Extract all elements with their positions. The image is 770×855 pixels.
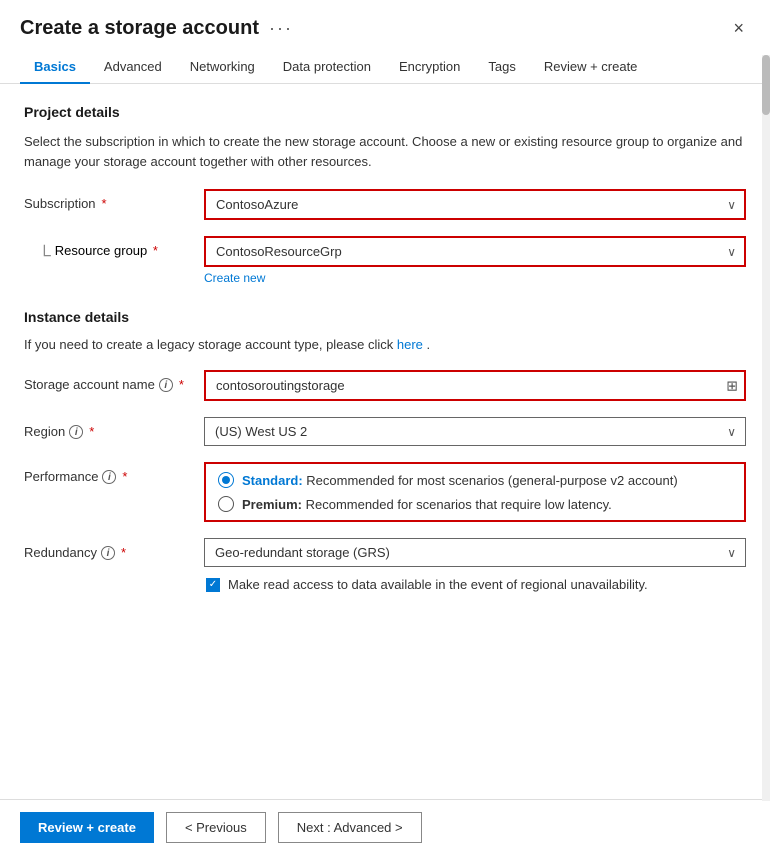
subscription-row: Subscription * ContosoAzure Pay-As-You-G… bbox=[24, 189, 746, 220]
review-create-button[interactable]: Review + create bbox=[20, 812, 154, 843]
standard-desc: Recommended for most scenarios (general-… bbox=[306, 473, 677, 488]
storage-account-name-input[interactable] bbox=[204, 370, 746, 401]
read-access-checkbox-label: Make read access to data available in th… bbox=[228, 577, 648, 592]
create-new-link[interactable]: Create new bbox=[204, 271, 265, 285]
subscription-control: ContosoAzure Pay-As-You-Go ∨ bbox=[204, 189, 746, 220]
resource-group-label-wrap: └ Resource group * bbox=[24, 236, 204, 268]
region-control: (US) West US 2 (US) East US (US) East US… bbox=[204, 417, 746, 446]
resource-group-row: └ Resource group * ContosoResourceGrp Cr… bbox=[24, 236, 746, 285]
storage-account-name-row: Storage account name i * ⊞ bbox=[24, 370, 746, 401]
tab-data-protection[interactable]: Data protection bbox=[269, 51, 385, 84]
standard-label: Standard: Recommended for most scenarios… bbox=[242, 473, 678, 488]
resource-group-select[interactable]: ContosoResourceGrp Create new bbox=[204, 236, 746, 267]
dialog-dots: ··· bbox=[269, 18, 293, 39]
resource-group-select-wrap: ContosoResourceGrp Create new ∨ bbox=[204, 236, 746, 267]
scrollbar-thumb[interactable] bbox=[762, 55, 770, 115]
premium-label: Premium: Recommended for scenarios that … bbox=[242, 497, 612, 512]
storage-name-required: * bbox=[179, 377, 184, 392]
performance-standard-option[interactable]: Standard: Recommended for most scenarios… bbox=[218, 472, 732, 488]
storage-account-name-control: ⊞ bbox=[204, 370, 746, 401]
standard-bold-label: Standard: bbox=[242, 473, 303, 488]
close-button[interactable]: × bbox=[727, 16, 750, 41]
region-select[interactable]: (US) West US 2 (US) East US (US) East US… bbox=[204, 417, 746, 446]
performance-required: * bbox=[122, 469, 127, 484]
storage-name-edit-icon: ⊞ bbox=[726, 377, 738, 394]
redundancy-select[interactable]: Geo-redundant storage (GRS) Locally-redu… bbox=[204, 538, 746, 567]
tab-tags[interactable]: Tags bbox=[474, 51, 529, 84]
dialog-header: Create a storage account ··· × bbox=[0, 0, 770, 41]
performance-radio-group: Standard: Recommended for most scenarios… bbox=[218, 472, 732, 512]
tab-encryption[interactable]: Encryption bbox=[385, 51, 474, 84]
next-button[interactable]: Next : Advanced > bbox=[278, 812, 422, 843]
region-select-wrap: (US) West US 2 (US) East US (US) East US… bbox=[204, 417, 746, 446]
legacy-here-link[interactable]: here bbox=[397, 337, 423, 352]
redundancy-info-icon[interactable]: i bbox=[101, 546, 115, 560]
redundancy-required: * bbox=[121, 545, 126, 560]
storage-name-info-icon[interactable]: i bbox=[159, 378, 173, 392]
subscription-required: * bbox=[102, 196, 107, 211]
performance-row: Performance i * Standard: Rec bbox=[24, 462, 746, 522]
subscription-select-wrap: ContosoAzure Pay-As-You-Go ∨ bbox=[204, 189, 746, 220]
resource-group-required: * bbox=[153, 243, 158, 258]
project-details-title: Project details bbox=[24, 104, 746, 120]
performance-info-icon[interactable]: i bbox=[102, 470, 116, 484]
premium-bold-label: Premium: bbox=[242, 497, 302, 512]
previous-button[interactable]: < Previous bbox=[166, 812, 266, 843]
main-content: Project details Select the subscription … bbox=[0, 84, 770, 799]
region-label: Region i * bbox=[24, 417, 204, 439]
storage-account-name-label: Storage account name i * bbox=[24, 370, 204, 392]
instance-details-desc: If you need to create a legacy storage a… bbox=[24, 337, 746, 352]
checkbox-check-icon: ✓ bbox=[209, 580, 217, 590]
tab-basics[interactable]: Basics bbox=[20, 51, 90, 84]
performance-premium-option[interactable]: Premium: Recommended for scenarios that … bbox=[218, 496, 732, 512]
resource-group-control: ContosoResourceGrp Create new ∨ Create n… bbox=[204, 236, 746, 285]
redundancy-control: Geo-redundant storage (GRS) Locally-redu… bbox=[204, 538, 746, 592]
scrollbar-track[interactable] bbox=[762, 55, 770, 801]
performance-options-box: Standard: Recommended for most scenarios… bbox=[204, 462, 746, 522]
project-details-desc: Select the subscription in which to crea… bbox=[24, 132, 746, 171]
region-info-icon[interactable]: i bbox=[69, 425, 83, 439]
instance-details-title: Instance details bbox=[24, 309, 746, 325]
dialog-title: Create a storage account bbox=[20, 17, 259, 40]
subscription-label: Subscription * bbox=[24, 189, 204, 211]
resource-group-label: Resource group * bbox=[55, 243, 158, 258]
tab-review-create[interactable]: Review + create bbox=[530, 51, 652, 84]
tab-networking[interactable]: Networking bbox=[176, 51, 269, 84]
create-storage-dialog: Create a storage account ··· × Basics Ad… bbox=[0, 0, 770, 855]
standard-radio-button[interactable] bbox=[218, 472, 234, 488]
title-row: Create a storage account ··· bbox=[20, 17, 293, 40]
redundancy-row: Redundancy i * Geo-redundant storage (GR… bbox=[24, 538, 746, 592]
performance-label: Performance i * bbox=[24, 462, 204, 484]
tab-bar: Basics Advanced Networking Data protecti… bbox=[0, 41, 770, 84]
storage-name-input-wrap: ⊞ bbox=[204, 370, 746, 401]
redundancy-label: Redundancy i * bbox=[24, 538, 204, 560]
redundancy-checkbox-row: ✓ Make read access to data available in … bbox=[204, 577, 746, 592]
footer: Review + create < Previous Next : Advanc… bbox=[0, 799, 770, 855]
region-required: * bbox=[89, 424, 94, 439]
premium-desc: Recommended for scenarios that require l… bbox=[306, 497, 612, 512]
redundancy-select-wrap: Geo-redundant storage (GRS) Locally-redu… bbox=[204, 538, 746, 567]
tab-advanced[interactable]: Advanced bbox=[90, 51, 176, 84]
read-access-checkbox[interactable]: ✓ bbox=[206, 578, 220, 592]
subscription-select[interactable]: ContosoAzure Pay-As-You-Go bbox=[204, 189, 746, 220]
performance-control: Standard: Recommended for most scenarios… bbox=[204, 462, 746, 522]
region-row: Region i * (US) West US 2 (US) East US (… bbox=[24, 417, 746, 446]
indent-symbol: └ bbox=[24, 243, 51, 268]
premium-radio-button[interactable] bbox=[218, 496, 234, 512]
standard-radio-dot bbox=[222, 476, 230, 484]
